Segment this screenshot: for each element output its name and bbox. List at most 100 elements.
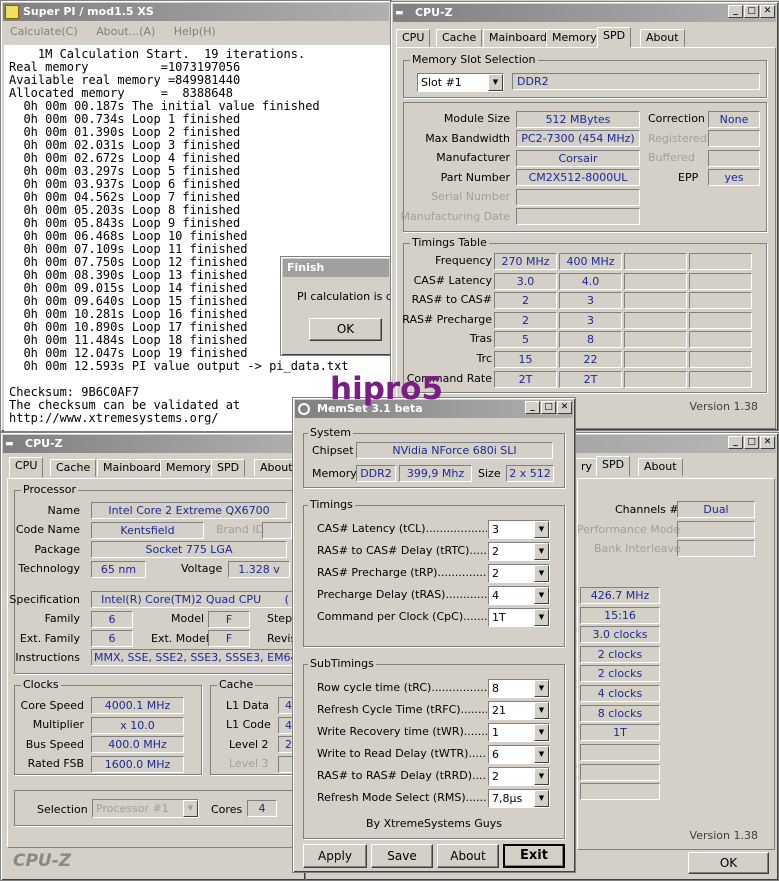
cpuz-cpu-tabs: CPU Cache Mainboard Memory SPD About (6, 457, 306, 478)
finish-title: Finish (287, 261, 325, 274)
timing-cell (624, 351, 687, 368)
code-name-label: Code Name (15, 523, 80, 536)
timing-cell: 2T (494, 370, 557, 388)
finish-titlebar[interactable]: Finish (283, 259, 389, 277)
close-button[interactable]: ✕ (760, 436, 775, 449)
about-button[interactable]: About (437, 844, 499, 868)
save-button[interactable]: Save (371, 844, 433, 868)
tab-spd[interactable]: SPD (597, 27, 632, 48)
memset-window: MemSet 3.1 beta _ □ ✕ System Chipset NVi… (292, 397, 576, 873)
minimize-button[interactable]: _ (525, 401, 540, 414)
package-label: Package (34, 543, 80, 556)
memset-timing-value: 2 (492, 567, 499, 580)
tab-about[interactable]: About (638, 458, 683, 476)
slot-group: Memory Slot Selection Slot #1 ▼ DDR2 (403, 53, 767, 98)
specification-text: Intel(R) Core(TM)2 Quad CPU (101, 593, 262, 606)
memset-timing-select[interactable]: 2 ▼ (488, 542, 550, 561)
timings-group-label: Timings (308, 498, 355, 511)
watermark-text: hipro5 (330, 371, 444, 407)
tab-memory[interactable]: Memory (546, 29, 603, 47)
memset-timing-label: Write to Read Delay (tWTR).............. (317, 747, 487, 760)
mfg-date-value (516, 208, 640, 225)
menu-about[interactable]: About...(A) (96, 25, 155, 38)
processor-select[interactable]: Processor #1 ▼ (92, 799, 199, 818)
ext-family-value: 6 (91, 630, 133, 647)
tab-about[interactable]: About (640, 29, 685, 47)
memory-timing-value: 3.0 clocks (580, 626, 660, 644)
channels-label: Channels # (615, 503, 679, 516)
maximize-button[interactable]: □ (744, 436, 759, 449)
memory-timing-value: 426.7 MHz (580, 587, 660, 604)
menu-calculate[interactable]: Calculate(C) (10, 25, 78, 38)
menu-help[interactable]: Help(H) (174, 25, 216, 38)
memset-timing-select[interactable]: 8 ▼ (488, 679, 550, 698)
bus-speed-value: 400.0 MHz (91, 736, 184, 753)
timing-cell: 3.0 (494, 272, 557, 290)
timing-cell (624, 253, 687, 270)
exit-button[interactable]: Exit (503, 844, 565, 868)
module-size-label: Module Size (443, 112, 510, 125)
superpi-window: Super PI / mod1.5 XS Calculate(C) About.… (0, 0, 392, 432)
selection-label: Selection (37, 803, 88, 816)
finish-dialog: Finish PI calculation is done! OK (280, 256, 418, 356)
memset-timing-select[interactable]: 2 ▼ (488, 767, 550, 786)
close-button[interactable]: ✕ (557, 401, 572, 414)
code-name-value: Kentsfield (91, 522, 204, 539)
tab-cache[interactable]: Cache (50, 459, 97, 477)
finish-ok-button[interactable]: OK (309, 318, 382, 341)
slot-select[interactable]: Slot #1 ▼ (417, 73, 504, 92)
chevron-down-icon: ▼ (534, 565, 549, 582)
tab-mainboard[interactable]: Mainboard (97, 459, 168, 477)
spd-mem-type: DDR2 (512, 73, 760, 90)
timing-row-label: CAS# Latency (413, 273, 492, 287)
cpuz-spd-tabs: CPU Cache Mainboard Memory SPD About (396, 27, 776, 48)
model-label: Model (171, 612, 205, 625)
maximize-button[interactable]: □ (541, 401, 556, 414)
memset-timing-label: CAS# Latency (tCL)................... (317, 522, 487, 535)
memset-timing-select[interactable]: 21 ▼ (488, 701, 550, 720)
tab-spd[interactable]: SPD (211, 459, 246, 477)
minimize-button[interactable]: _ (728, 5, 743, 18)
close-button[interactable]: ✕ (760, 5, 775, 18)
tab-cpu[interactable]: CPU (396, 29, 431, 47)
memset-timing-label: Command per Clock (CpC).............. (317, 610, 487, 623)
timing-cell: 8 (559, 331, 622, 349)
memset-timing-select[interactable]: 3 ▼ (488, 520, 550, 539)
timing-cell (689, 331, 752, 349)
memory-timing-value: 15:16 (580, 606, 660, 624)
tab-memory[interactable]: Memory (160, 459, 217, 477)
cpuz-cpu-titlebar[interactable]: ▬ CPU-Z (3, 435, 303, 453)
model-value: F (208, 611, 250, 628)
memset-timing-select[interactable]: 7,8µs ▼ (488, 789, 550, 808)
processor-group-label: Processor (21, 483, 78, 496)
maximize-button[interactable]: □ (744, 5, 759, 18)
bus-speed-label: Bus Speed (25, 738, 84, 751)
technology-label: Technology (18, 562, 80, 575)
timing-cell: 15 (494, 351, 557, 368)
tab-cache[interactable]: Cache (436, 29, 483, 47)
cache-group-label: Cache (217, 678, 256, 691)
memset-timing-select[interactable]: 2 ▼ (488, 564, 550, 583)
buffered-value (708, 150, 760, 167)
memset-timing-select[interactable]: 1T ▼ (488, 608, 550, 627)
tab-spd[interactable]: SPD (596, 456, 631, 477)
superpi-titlebar[interactable]: Super PI / mod1.5 XS (3, 3, 389, 21)
tab-cpu[interactable]: CPU (9, 457, 44, 478)
memset-timing-value: 4 (492, 589, 499, 602)
memset-timing-select[interactable]: 1 ▼ (488, 723, 550, 742)
tab-memory[interactable]: ry (575, 458, 599, 476)
timing-cell (624, 311, 687, 329)
module-info-group: Module Size 512 MBytes Max Bandwidth PC2… (401, 102, 767, 232)
cpu-name-value: Intel Core 2 Extreme QX6700 (91, 502, 287, 519)
cpuz-spd-titlebar[interactable]: ▬ CPU-Z (393, 4, 776, 22)
memset-timing-select[interactable]: 4 ▼ (488, 586, 550, 605)
apply-button[interactable]: Apply (303, 844, 367, 868)
timing-cell (689, 351, 752, 368)
timing-row-label: Trc (476, 352, 492, 365)
memset-timing-select[interactable]: 6 ▼ (488, 745, 550, 764)
memset-subtimings-group: SubTimings Row cycle time (tRC).........… (303, 657, 565, 839)
memory-ok-button[interactable]: OK (688, 852, 769, 874)
tab-mainboard[interactable]: Mainboard (483, 29, 554, 47)
minimize-button[interactable]: _ (728, 436, 743, 449)
chevron-down-icon: ▼ (183, 800, 198, 817)
